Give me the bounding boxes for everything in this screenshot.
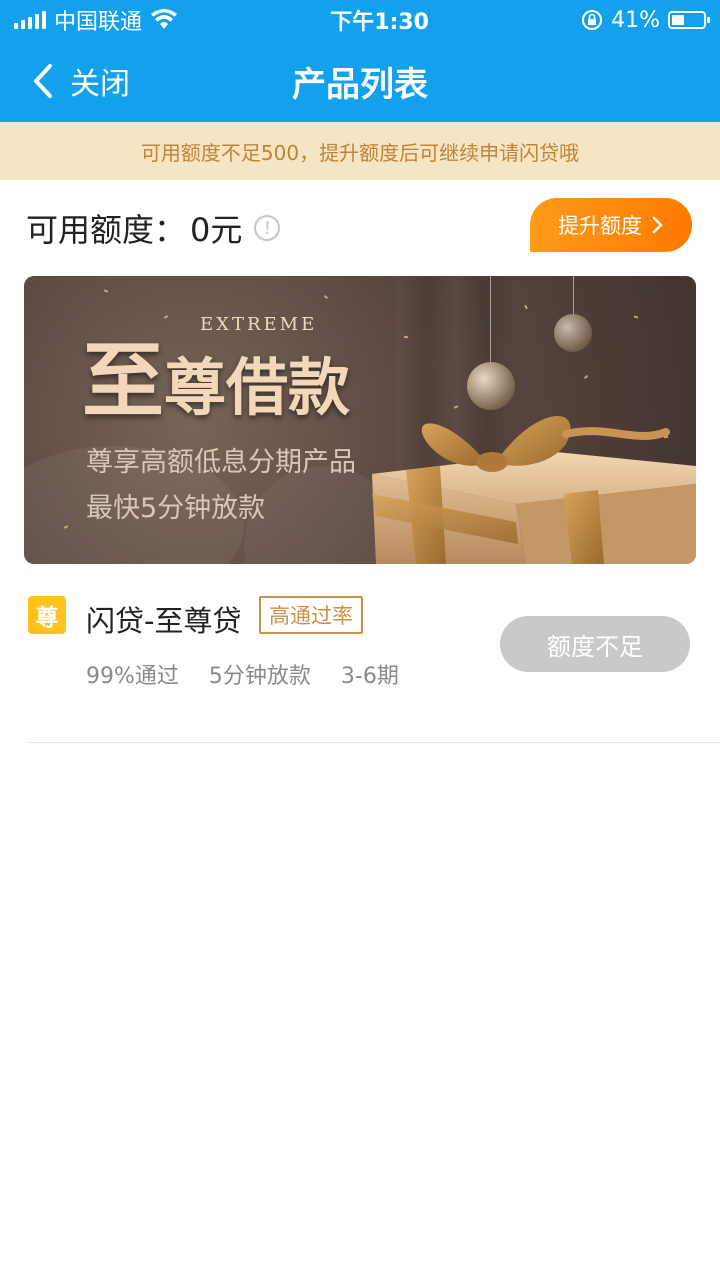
status-bar: 中国联通 下午1:30 41% bbox=[0, 0, 720, 40]
banner-title: 至尊借款 bbox=[82, 314, 350, 433]
quota-label: 可用额度： bbox=[26, 211, 187, 249]
raise-quota-button[interactable]: 提升额度 bbox=[530, 198, 692, 252]
back-chevron-icon bbox=[34, 64, 52, 98]
product-name: 闪贷-至尊贷 bbox=[86, 604, 242, 638]
carrier-label: 中国联通 bbox=[54, 10, 143, 35]
info-icon[interactable]: ! bbox=[254, 215, 281, 241]
nav-bar: 关闭 产品列表 bbox=[0, 40, 720, 122]
ornament-ball-small bbox=[554, 314, 592, 352]
quota-section: 可用额度： 0元 ! 提升额度 bbox=[0, 180, 720, 276]
banner-title-big: 至 bbox=[82, 333, 165, 429]
banner-subtitle-1: 尊享高额低息分期产品 bbox=[86, 447, 356, 478]
promo-banner[interactable]: EXTREME 至尊借款 尊享高额低息分期产品 最快5分钟放款 bbox=[24, 276, 696, 564]
battery-percent: 41% bbox=[611, 7, 660, 33]
premium-badge: 尊 bbox=[28, 596, 66, 634]
loan-term: 3-6期 bbox=[340, 664, 399, 689]
product-item[interactable]: 尊 闪贷-至尊贷 高通过率 99%通过 5分钟放款 3-6期 额度不足 bbox=[28, 564, 720, 743]
chevron-right-icon bbox=[652, 216, 663, 234]
banner-title-rest: 尊借款 bbox=[164, 351, 351, 424]
header: 中国联通 下午1:30 41% 关闭 产品列表 bbox=[0, 0, 720, 122]
product-meta: 99%通过 5分钟放款 3-6期 bbox=[86, 658, 399, 690]
banner-subtitle-2: 最快5分钟放款 bbox=[86, 493, 266, 524]
product-tag: 高通过率 bbox=[259, 596, 363, 634]
battery-icon bbox=[668, 11, 710, 29]
wifi-icon bbox=[151, 9, 178, 29]
signal-icon bbox=[14, 11, 46, 29]
gift-box-illustration bbox=[372, 415, 696, 564]
ornament-ball-large bbox=[467, 362, 515, 410]
rotation-lock-icon bbox=[582, 10, 603, 30]
quota-notice: 可用额度不足500，提升额度后可继续申请闪贷哦 bbox=[0, 122, 720, 180]
pass-rate: 99%通过 bbox=[86, 664, 179, 689]
status-time: 下午1:30 bbox=[330, 10, 429, 35]
raise-quota-label: 提升额度 bbox=[558, 214, 642, 238]
close-button[interactable]: 关闭 bbox=[0, 59, 130, 103]
insufficient-quota-button[interactable]: 额度不足 bbox=[500, 616, 690, 672]
close-label: 关闭 bbox=[70, 67, 130, 102]
loan-speed: 5分钟放款 bbox=[208, 664, 311, 689]
quota-value: 0元 bbox=[190, 211, 243, 249]
